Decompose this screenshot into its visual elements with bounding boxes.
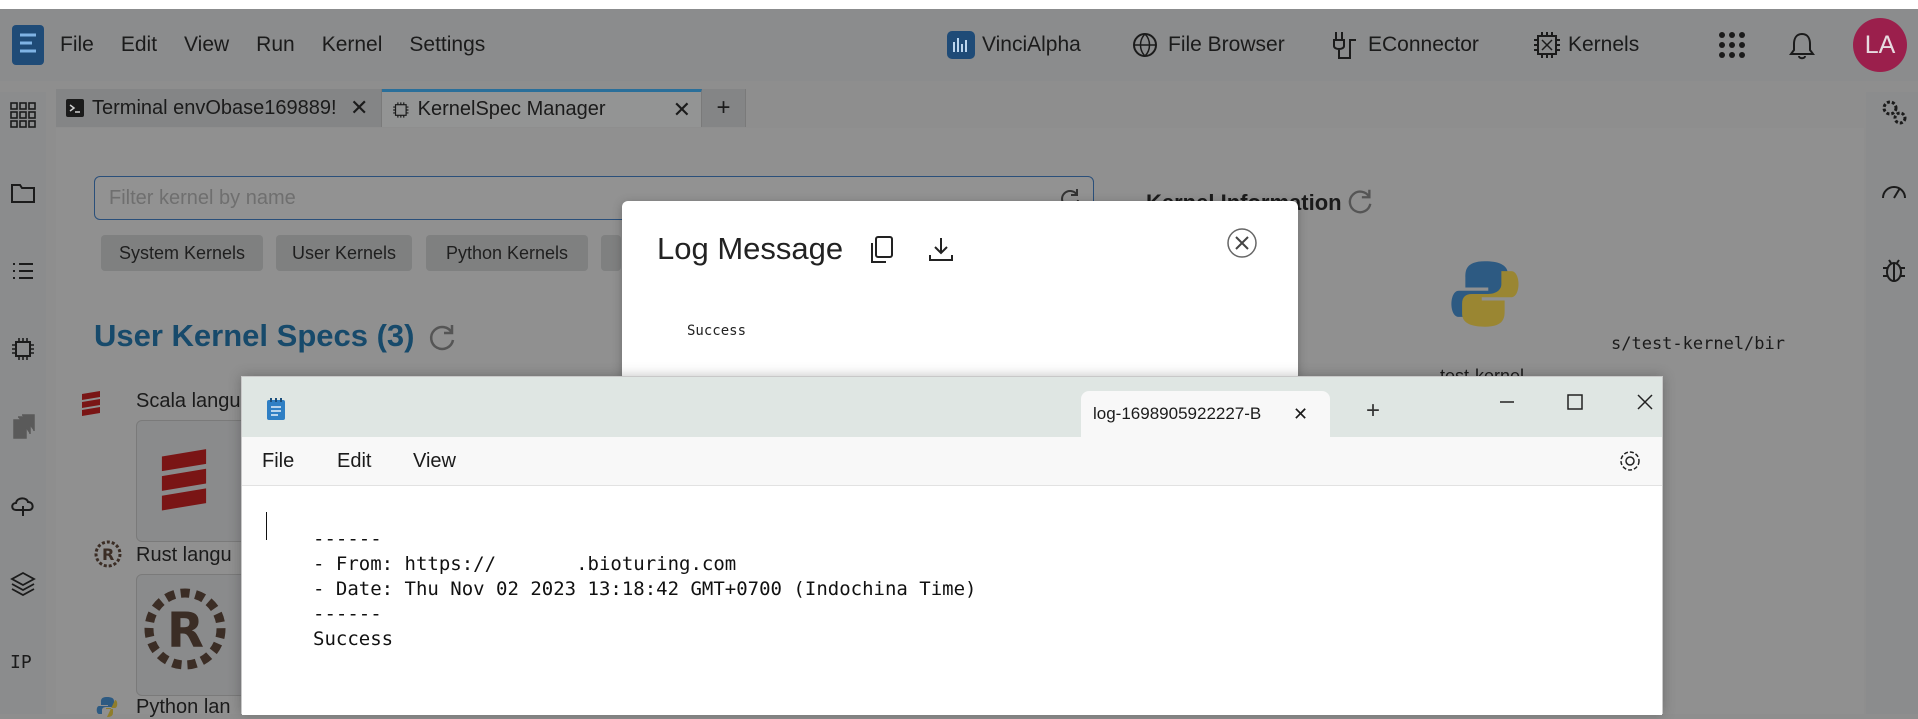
svg-text:IP: IP: [10, 652, 32, 673]
app-menubar: File Edit View Run Kernel Settings Vinci…: [0, 9, 1918, 81]
left-sidebar: IP: [0, 92, 46, 714]
minimize-icon[interactable]: [1492, 387, 1522, 417]
text-caret: [266, 512, 267, 540]
section-title: User Kernel Specs (3): [94, 318, 415, 353]
svg-text:R: R: [167, 603, 204, 659]
log-message-dialog: Log Message Success: [622, 201, 1298, 381]
chip-user-kernels[interactable]: User Kernels: [276, 235, 412, 271]
tab-kernelspec-manager[interactable]: KernelSpec Manager ✕: [382, 89, 702, 127]
kernels-label: Kernels: [1568, 33, 1640, 56]
menu-run[interactable]: Run: [256, 33, 295, 57]
kernel-chip-icon[interactable]: [10, 336, 36, 362]
dialog-log-text: Success: [687, 323, 747, 339]
section-refresh-icon[interactable]: [426, 321, 458, 353]
dialog-close-icon[interactable]: [1226, 227, 1258, 259]
notepad-tab[interactable]: log-1698905922227-B ✕: [1081, 391, 1330, 437]
kernel-python-label: Python lan: [136, 696, 231, 718]
file-browser-label: File Browser: [1168, 33, 1285, 56]
speedometer-icon[interactable]: [1880, 178, 1908, 206]
menu-view[interactable]: View: [184, 33, 229, 57]
top-strip: [0, 0, 1918, 9]
notepad-app-icon: [267, 398, 285, 420]
menu-file[interactable]: File: [60, 33, 94, 57]
maximize-icon[interactable]: [1560, 387, 1590, 417]
vincialpha-icon: [947, 31, 975, 59]
avatar[interactable]: LA: [1853, 18, 1907, 72]
bug-icon[interactable]: [1880, 256, 1908, 284]
chip-more[interactable]: [601, 235, 621, 271]
rust-icon: R: [94, 540, 122, 568]
cloud-icon[interactable]: [10, 492, 36, 518]
econnector-button[interactable]: EConnector: [1330, 30, 1479, 60]
terminal-icon: [66, 99, 84, 117]
settings-gear-icon[interactable]: [1618, 449, 1642, 473]
menu-kernel[interactable]: Kernel: [322, 33, 383, 57]
notepad-menubar: File Edit View: [242, 437, 1662, 486]
tab-terminal[interactable]: Terminal envObase169889! ✕: [56, 89, 382, 127]
tab-terminal-label: Terminal envObase169889!: [92, 96, 337, 119]
notepad-menu-file[interactable]: File: [262, 450, 294, 473]
tab-kernelspec-close-icon[interactable]: ✕: [673, 97, 691, 123]
folder-icon[interactable]: [10, 180, 36, 206]
log-line-5: Success: [313, 628, 394, 650]
kernel-info-refresh-icon[interactable]: [1345, 186, 1375, 216]
chip-icon: [393, 101, 409, 118]
stack-files-icon[interactable]: [10, 414, 36, 440]
right-sidebar: [1866, 92, 1918, 714]
tab-terminal-close-icon[interactable]: ✕: [350, 95, 368, 121]
file-browser-button[interactable]: File Browser: [1132, 30, 1285, 60]
kernel-filter-placeholder: Filter kernel by name: [109, 186, 296, 209]
notepad-menu-view[interactable]: View: [413, 450, 456, 473]
log-line-4: ------: [313, 603, 382, 625]
scala-logo-icon: [161, 449, 207, 511]
plug-icon: [1333, 32, 1356, 59]
dialog-title: Log Message: [657, 231, 844, 266]
notepad-window: log-1698905922227-B ✕ + File Edit View -…: [241, 376, 1663, 715]
python-icon: [96, 697, 118, 717]
svg-text:R: R: [102, 545, 114, 564]
property-gears-icon[interactable]: [1880, 98, 1908, 126]
notepad-tab-close-icon[interactable]: ✕: [1293, 404, 1308, 425]
notepad-titlebar: log-1698905922227-B ✕ +: [242, 377, 1662, 437]
app-logo-icon[interactable]: [10, 23, 46, 67]
notepad-menu-edit[interactable]: Edit: [337, 450, 371, 473]
menu-edit[interactable]: Edit: [121, 33, 157, 57]
chip-python-kernels[interactable]: Python Kernels: [426, 235, 588, 271]
vincialpha-button[interactable]: VinciAlpha: [946, 30, 1081, 60]
layers-icon[interactable]: [10, 570, 36, 596]
vincialpha-label: VinciAlpha: [982, 33, 1081, 56]
python-logo-icon: [1451, 261, 1519, 327]
notepad-tab-title: log-1698905922227-B: [1093, 404, 1262, 423]
document-tabs: Terminal envObase169889! ✕ KernelSpec Ma…: [56, 89, 746, 127]
launcher-grid-icon[interactable]: [10, 102, 36, 128]
plus-icon: +: [716, 94, 731, 121]
tab-kernelspec-label: KernelSpec Manager: [417, 98, 606, 120]
globe-icon: [1133, 33, 1157, 57]
kernel-rust-label: Rust langu: [136, 544, 232, 566]
notepad-new-tab-icon[interactable]: +: [1366, 397, 1380, 425]
bell-icon[interactable]: [1788, 31, 1816, 61]
kernels-button[interactable]: Kernels: [1532, 30, 1639, 60]
menu-settings[interactable]: Settings: [409, 33, 485, 57]
download-icon[interactable]: [927, 235, 955, 263]
log-line-3: - Date: Thu Nov 02 2023 13:18:42 GMT+070…: [313, 578, 977, 600]
new-tab-button[interactable]: +: [702, 89, 746, 127]
ip-icon[interactable]: IP: [10, 648, 36, 674]
notepad-text-area[interactable]: ------ - From: https:// .bioturing.com -…: [242, 486, 1662, 715]
scala-icon: [82, 391, 100, 416]
copy-icon[interactable]: [868, 235, 894, 265]
chip-icon: [1534, 32, 1560, 58]
rust-logo-icon: R: [144, 588, 226, 670]
kernel-path-text: s/test-kernel/bir: [1611, 334, 1785, 354]
kernel-scala-label: Scala langu: [136, 390, 241, 412]
econnector-label: EConnector: [1368, 33, 1479, 56]
log-line-2: - From: https:// .bioturing.com: [313, 553, 737, 575]
window-close-icon[interactable]: [1630, 387, 1660, 417]
log-line-1: ------: [313, 528, 382, 550]
chip-system-kernels[interactable]: System Kernels: [101, 235, 263, 271]
apps-grid-icon[interactable]: [1718, 31, 1746, 59]
list-icon[interactable]: [10, 258, 36, 284]
